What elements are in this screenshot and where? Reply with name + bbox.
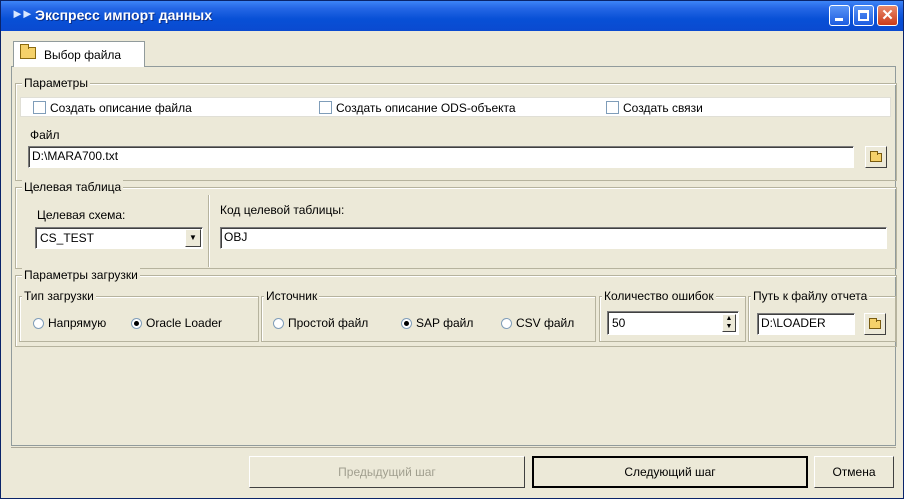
tab-label: Выбор файла	[44, 48, 122, 62]
schema-value: CS_TEST	[40, 231, 95, 245]
table-code-label: Код целевой таблицы:	[220, 203, 345, 217]
folder-icon	[869, 318, 881, 329]
next-step-button[interactable]: Следующий шаг	[532, 456, 808, 488]
file-path-input[interactable]: D:\MARA700.txt	[28, 146, 854, 168]
source-legend: Источник	[264, 289, 320, 303]
error-count-spinner[interactable]: 50 ▲ ▼	[607, 311, 739, 335]
checkbox-box[interactable]	[606, 101, 619, 114]
app-arrows-icon: ►►	[11, 6, 34, 21]
error-count-legend: Количество ошибок	[602, 289, 716, 303]
minimize-icon	[835, 18, 843, 21]
browse-file-button[interactable]	[865, 146, 887, 168]
file-label: Файл	[30, 128, 60, 142]
error-count-value: 50	[612, 316, 626, 330]
cancel-button[interactable]: Отмена	[814, 456, 894, 488]
previous-step-button[interactable]: Предыдущий шаг	[249, 456, 525, 488]
schema-select[interactable]: CS_TEST ▼	[35, 227, 203, 249]
params-legend: Параметры	[22, 76, 90, 90]
checkbox-box[interactable]	[319, 101, 332, 114]
folder-icon	[870, 151, 882, 162]
radio-direct[interactable]: Напрямую	[33, 316, 106, 330]
radio-dot[interactable]	[501, 318, 512, 329]
tab-file-select[interactable]: Выбор файла	[13, 41, 145, 67]
create-ods-desc-checkbox[interactable]: Создать описание ODS-объекта	[319, 101, 516, 115]
minimize-button[interactable]	[829, 5, 850, 26]
open-folder-icon	[20, 44, 36, 59]
report-path-input[interactable]: D:\LOADER	[757, 313, 855, 335]
target-legend: Целевая таблица	[22, 180, 124, 194]
radio-dot[interactable]	[273, 318, 284, 329]
express-import-window: ►► Экспресс импорт данных ✕ Выбор файла …	[0, 0, 904, 499]
chevron-down-icon[interactable]: ▼	[185, 229, 201, 247]
checkbox-row: Создать описание файла Создать описание …	[20, 97, 891, 117]
radio-dot-selected[interactable]	[131, 318, 142, 329]
title-bar[interactable]: ►► Экспресс импорт данных ✕	[1, 1, 903, 31]
browse-report-button[interactable]	[864, 313, 886, 335]
radio-sap-file[interactable]: SAP файл	[401, 316, 473, 330]
radio-plain-file[interactable]: Простой файл	[273, 316, 368, 330]
report-path-legend: Путь к файлу отчета	[751, 289, 870, 303]
maximize-icon	[858, 10, 869, 21]
target-divider	[208, 195, 210, 267]
checkbox-box[interactable]	[33, 101, 46, 114]
radio-dot[interactable]	[33, 318, 44, 329]
load-legend: Параметры загрузки	[22, 268, 140, 282]
schema-label: Целевая схема:	[37, 208, 126, 222]
radio-csv-file[interactable]: CSV файл	[501, 316, 574, 330]
spin-arrows-icon[interactable]: ▲ ▼	[722, 314, 736, 332]
load-type-legend: Тип загрузки	[22, 289, 96, 303]
table-code-input[interactable]: OBJ	[220, 227, 887, 249]
close-icon: ✕	[881, 7, 894, 24]
create-file-desc-checkbox[interactable]: Создать описание файла	[33, 101, 192, 115]
close-button[interactable]: ✕	[877, 5, 898, 26]
radio-oracle-loader[interactable]: Oracle Loader	[131, 316, 222, 330]
radio-dot-selected[interactable]	[401, 318, 412, 329]
window-title: Экспресс импорт данных	[35, 7, 213, 23]
create-links-checkbox[interactable]: Создать связи	[606, 101, 703, 115]
maximize-button[interactable]	[853, 5, 874, 26]
